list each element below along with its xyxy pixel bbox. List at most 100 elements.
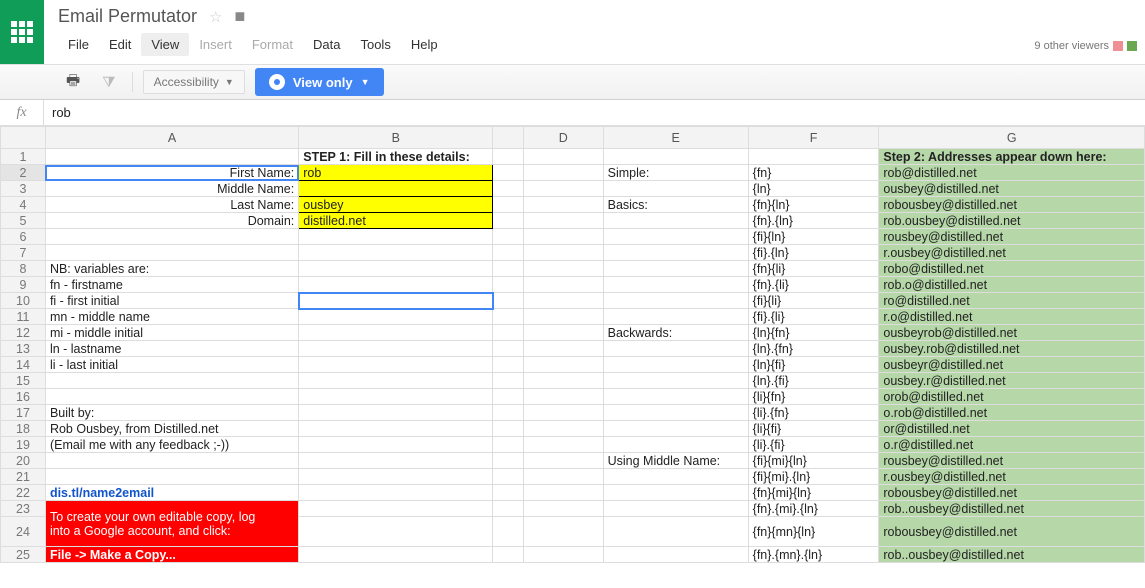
cell[interactable]: ousbey [299, 197, 493, 213]
cell[interactable]: Basics: [603, 197, 748, 213]
col-header-F[interactable]: F [748, 127, 879, 149]
cell[interactable]: {li}.{fn} [748, 405, 879, 421]
menu-file[interactable]: File [58, 33, 99, 56]
cell[interactable]: orob@distilled.net [879, 389, 1145, 405]
cell[interactable]: To create your own editable copy, logint… [45, 501, 298, 547]
cell[interactable]: rousbey@distilled.net [879, 453, 1145, 469]
cell[interactable]: {li}.{fi} [748, 437, 879, 453]
cell[interactable]: o.rob@distilled.net [879, 405, 1145, 421]
cell[interactable]: ousbeyr@distilled.net [879, 357, 1145, 373]
cell[interactable]: r.o@distilled.net [879, 309, 1145, 325]
cell[interactable] [299, 181, 493, 197]
row-header[interactable]: 6 [1, 229, 46, 245]
cell[interactable]: ln - lastname [45, 341, 298, 357]
row-header[interactable]: 14 [1, 357, 46, 373]
cell[interactable]: Simple: [603, 165, 748, 181]
row-header[interactable]: 21 [1, 469, 46, 485]
row-header[interactable]: 10 [1, 293, 46, 309]
view-only-button[interactable]: View only ▼ [255, 68, 384, 96]
cell[interactable]: rob@distilled.net [879, 165, 1145, 181]
cell[interactable]: ousbey.r@distilled.net [879, 373, 1145, 389]
row-header[interactable]: 22 [1, 485, 46, 501]
cell[interactable]: robousbey@distilled.net [879, 197, 1145, 213]
cell[interactable]: robousbey@distilled.net [879, 517, 1145, 547]
cell[interactable]: Last Name: [45, 197, 298, 213]
select-all-corner[interactable] [1, 127, 46, 149]
cell[interactable]: {fn} [748, 165, 879, 181]
cell[interactable]: ousbeyrob@distilled.net [879, 325, 1145, 341]
cell[interactable]: First Name: [45, 165, 298, 181]
row-header[interactable]: 16 [1, 389, 46, 405]
row-header[interactable]: 24 [1, 517, 46, 547]
accessibility-dropdown[interactable]: Accessibility▼ [143, 70, 245, 94]
col-header-A[interactable]: A [45, 127, 298, 149]
cell[interactable]: Rob Ousbey, from Distilled.net [45, 421, 298, 437]
cell[interactable]: {fn}{li} [748, 261, 879, 277]
cell[interactable]: {fi}{mi}.{ln} [748, 469, 879, 485]
row-header[interactable]: 9 [1, 277, 46, 293]
row-header[interactable]: 17 [1, 405, 46, 421]
cell[interactable]: STEP 1: Fill in these details: [299, 149, 493, 165]
cell[interactable]: fi - first initial [45, 293, 298, 309]
cell[interactable]: ousbey@distilled.net [879, 181, 1145, 197]
row-header[interactable]: 1 [1, 149, 46, 165]
cell[interactable]: {fi}.{li} [748, 309, 879, 325]
cell[interactable]: fn - firstname [45, 277, 298, 293]
column-headers[interactable]: A B D E F G [1, 127, 1145, 149]
spreadsheet-grid[interactable]: A B D E F G 1 STEP 1: Fill in these detai… [0, 126, 1145, 588]
folder-icon[interactable]: ■ [235, 6, 246, 27]
cell[interactable]: Built by: [45, 405, 298, 421]
cell[interactable]: ro@distilled.net [879, 293, 1145, 309]
row-header[interactable]: 7 [1, 245, 46, 261]
cell[interactable]: {fn}{mn}{ln} [748, 517, 879, 547]
cell[interactable]: {fn}{mi}{ln} [748, 485, 879, 501]
cell[interactable]: Backwards: [603, 325, 748, 341]
cell[interactable]: {fn}.{mn}.{ln} [748, 547, 879, 563]
cell[interactable]: Step 2: Addresses appear down here: [879, 149, 1145, 165]
cell[interactable]: ousbey.rob@distilled.net [879, 341, 1145, 357]
cell[interactable]: {fn}.{ln} [748, 213, 879, 229]
cell[interactable]: o.r@distilled.net [879, 437, 1145, 453]
cell[interactable]: File -> Make a Copy... [45, 547, 298, 563]
cell[interactable]: {fi}{ln} [748, 229, 879, 245]
row-header[interactable]: 25 [1, 547, 46, 563]
menu-data[interactable]: Data [303, 33, 350, 56]
cell[interactable]: rousbey@distilled.net [879, 229, 1145, 245]
col-header-B[interactable]: B [299, 127, 493, 149]
cell[interactable]: {fn}.{li} [748, 277, 879, 293]
cell[interactable]: rob..ousbey@distilled.net [879, 547, 1145, 563]
cell[interactable]: (Email me with any feedback ;-)) [45, 437, 298, 453]
cell[interactable]: r.ousbey@distilled.net [879, 245, 1145, 261]
cell[interactable]: rob [299, 165, 493, 181]
col-header-G[interactable]: G [879, 127, 1145, 149]
doc-title[interactable]: Email Permutator [58, 6, 197, 27]
cell[interactable]: rob.ousbey@distilled.net [879, 213, 1145, 229]
cell[interactable]: {ln} [748, 181, 879, 197]
row-header[interactable]: 3 [1, 181, 46, 197]
cell[interactable]: robousbey@distilled.net [879, 485, 1145, 501]
cell[interactable]: robo@distilled.net [879, 261, 1145, 277]
row-header[interactable]: 18 [1, 421, 46, 437]
cell-link[interactable]: dis.tl/name2email [45, 485, 298, 501]
cell[interactable]: Using Middle Name: [603, 453, 748, 469]
row-header[interactable]: 20 [1, 453, 46, 469]
cell[interactable]: rob.o@distilled.net [879, 277, 1145, 293]
row-header[interactable]: 19 [1, 437, 46, 453]
cell[interactable]: or@distilled.net [879, 421, 1145, 437]
cell[interactable]: {ln}{fn} [748, 325, 879, 341]
cell[interactable]: {ln}.{fi} [748, 373, 879, 389]
cell[interactable]: rob..ousbey@distilled.net [879, 501, 1145, 517]
row-header[interactable]: 12 [1, 325, 46, 341]
menu-view[interactable]: View [141, 33, 189, 56]
row-header[interactable]: 2 [1, 165, 46, 181]
row-header[interactable]: 13 [1, 341, 46, 357]
active-cell[interactable] [299, 293, 493, 309]
print-icon[interactable]: 🖶 [60, 66, 86, 99]
cell[interactable]: r.ousbey@distilled.net [879, 469, 1145, 485]
row-header[interactable]: 11 [1, 309, 46, 325]
cell[interactable]: {fi}{li} [748, 293, 879, 309]
menu-tools[interactable]: Tools [350, 33, 400, 56]
row-header[interactable]: 5 [1, 213, 46, 229]
cell[interactable]: NB: variables are: [45, 261, 298, 277]
cell[interactable]: {ln}.{fn} [748, 341, 879, 357]
